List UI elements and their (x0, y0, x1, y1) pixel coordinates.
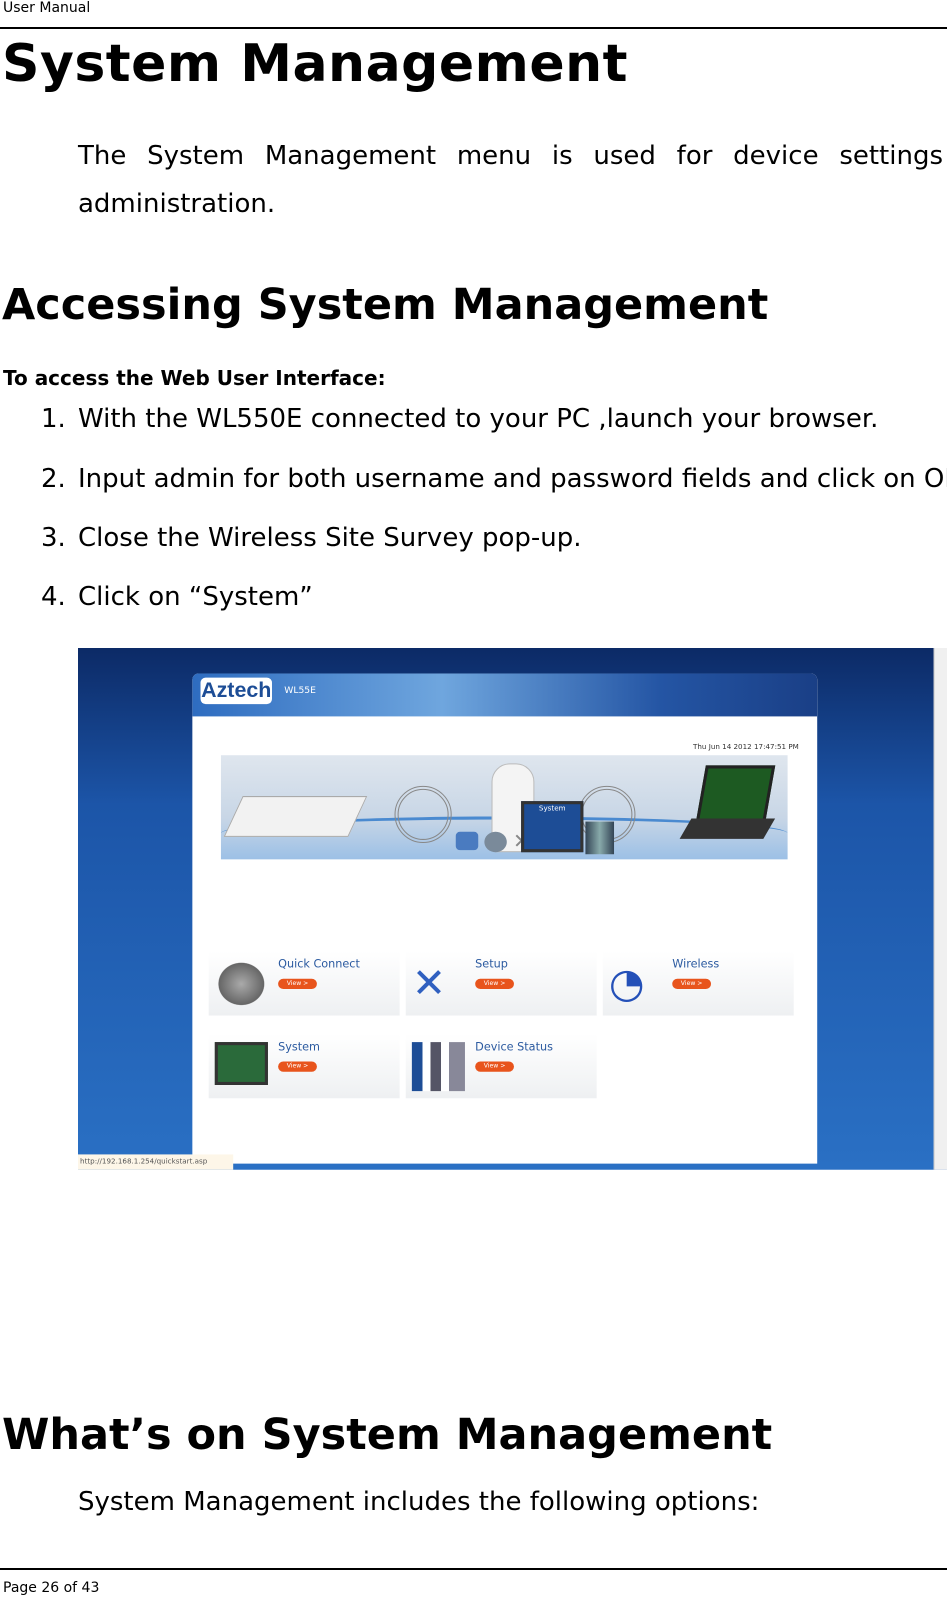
date-time: Thu Jun 14 2012 17:47:51 PM (693, 742, 799, 752)
monitor-icon (214, 1042, 268, 1085)
card-wireless[interactable]: ◔ Wireless View > (602, 951, 794, 1016)
tools-icon: ✕ (411, 960, 447, 1008)
status-bar-url: http://192.168.1.254/quickstart.asp (78, 1154, 234, 1170)
gear-icon[interactable] (484, 831, 507, 853)
gear-icon (214, 959, 268, 1009)
step-number: 2. (41, 464, 66, 494)
list-item: 4. Click on “System” (41, 582, 313, 612)
router-image (223, 796, 368, 837)
steps-intro: To access the Web User Interface: (3, 366, 386, 390)
card-title: Setup (475, 957, 508, 971)
step-number: 4. (41, 582, 66, 612)
bar-chart-icon (411, 1042, 465, 1092)
web-ui-screenshot: Aztech WL55E Thu Jun 14 2012 17:47:51 PM… (78, 648, 947, 1170)
scrollbar[interactable] (933, 648, 947, 1170)
list-item: 3. Close the Wireless Site Survey pop-up. (41, 523, 582, 553)
aztech-logo: Aztech (200, 677, 272, 705)
step-text: With the WL550E connected to your PC ,la… (78, 404, 879, 434)
device-status-icon[interactable] (585, 821, 615, 855)
step-number: 1. (41, 404, 66, 434)
web-ui-panel: Aztech WL55E Thu Jun 14 2012 17:47:51 PM… (192, 673, 818, 1164)
list-item: 1. With the WL550E connected to your PC ,… (41, 404, 878, 434)
header-divider (0, 27, 947, 29)
intro-paragraph: The System Management menu is used for d… (78, 141, 943, 219)
web-ui-header: Aztech WL55E (192, 673, 818, 717)
section-title-whats-on: What’s on System Management (2, 1410, 773, 1460)
wifi-icon (394, 785, 452, 844)
card-device-status[interactable]: Device Status View > (405, 1033, 597, 1099)
view-button[interactable]: View > (278, 1061, 317, 1072)
section-title-accessing: Accessing System Management (2, 280, 769, 330)
system-nav-label: System (538, 804, 566, 813)
card-system[interactable]: System View > (208, 1033, 400, 1099)
card-title: Device Status (475, 1040, 553, 1054)
system-nav-icon[interactable]: System (521, 801, 584, 853)
step-text: Click on “System” (78, 582, 313, 612)
wireless-icon: ◔ (608, 960, 645, 1008)
view-button[interactable]: View > (475, 1061, 514, 1072)
list-item: 2. Input admin for both username and pass… (41, 464, 947, 494)
laptop-image (695, 765, 776, 823)
card-title: Wireless (672, 957, 720, 971)
page-number: Page 26 of 43 (3, 1580, 100, 1596)
card-setup[interactable]: ✕ Setup View > (405, 951, 597, 1016)
card-title: Quick Connect (278, 957, 360, 971)
step-number: 3. (41, 523, 66, 553)
view-button[interactable]: View > (475, 978, 514, 990)
view-button[interactable]: View > (278, 978, 317, 990)
step-text: Close the Wireless Site Survey pop-up. (78, 523, 582, 553)
view-button[interactable]: View > (672, 978, 712, 990)
home-icon[interactable] (455, 831, 479, 851)
running-header: User Manual (3, 0, 91, 16)
footer-divider (0, 1568, 947, 1570)
laptop-base (679, 818, 776, 839)
step-text: Input admin for both username and passwo… (78, 464, 947, 494)
card-quick-connect[interactable]: Quick Connect View > (208, 951, 400, 1016)
model-label: WL55E (284, 685, 316, 696)
section-title: System Management (2, 34, 628, 94)
options-intro: System Management includes the following… (78, 1487, 760, 1517)
card-title: System (278, 1040, 321, 1054)
